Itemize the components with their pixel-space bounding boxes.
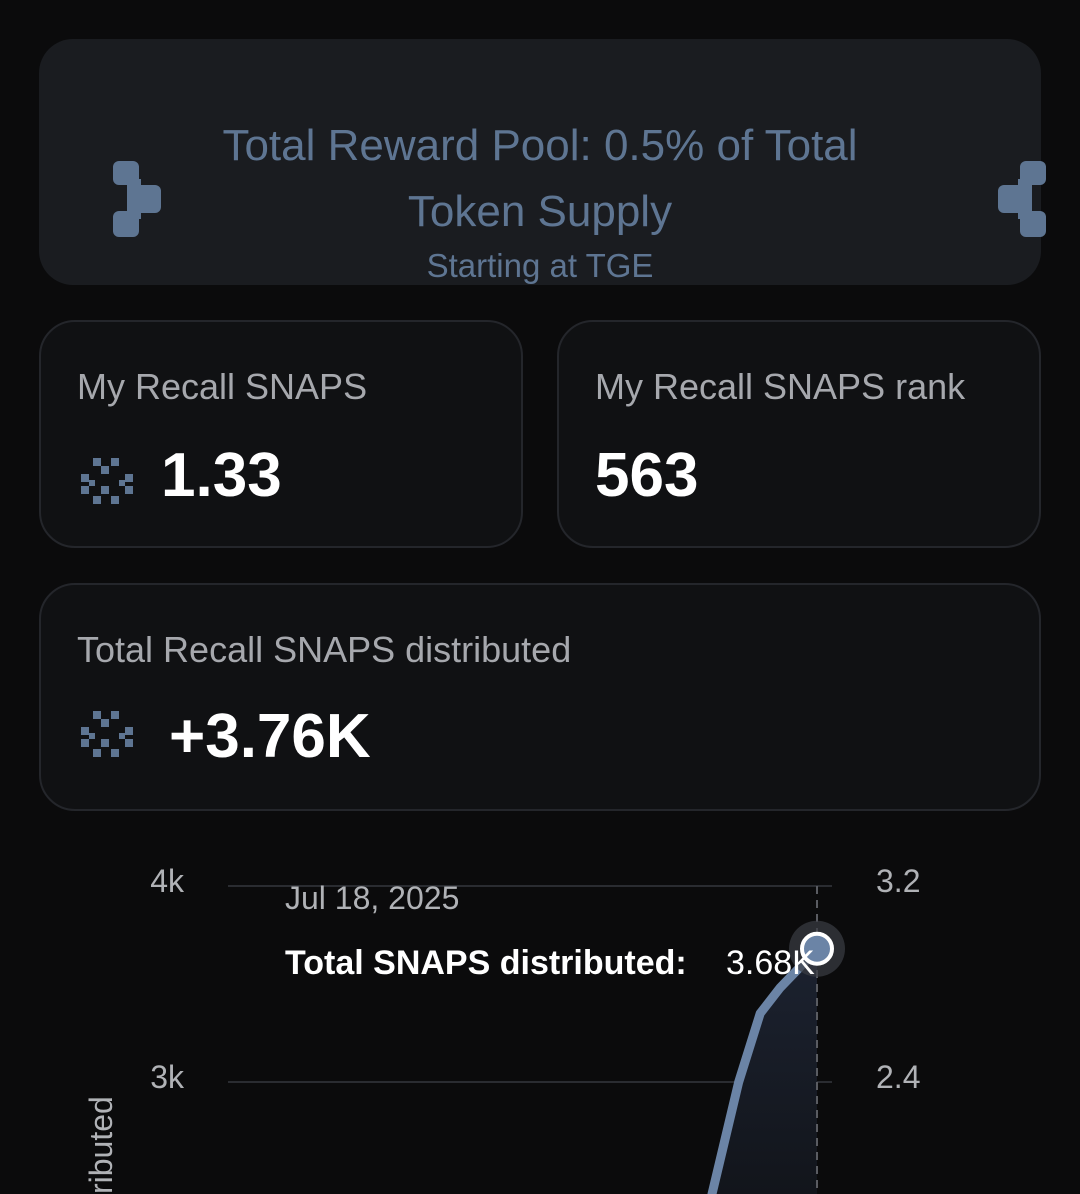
- chart-area-fill: [712, 948, 817, 1194]
- my-snaps-value: 1.33: [161, 441, 282, 510]
- my-rank-label: My Recall SNAPS rank: [595, 366, 966, 407]
- snaps-distribution-chart[interactable]: 4k 3k 3.2 2.4 ributed Jul 18, 2025 Total…: [0, 830, 1080, 1194]
- reward-pool-subtitle: Starting at TGE: [426, 247, 654, 284]
- reward-pool-title: Total Reward Pool: 0.5% of Total Token S…: [222, 121, 858, 236]
- tooltip-date: Jul 18, 2025: [285, 880, 459, 916]
- recall-logo-right-icon: [998, 161, 1046, 237]
- total-distributed-label: Total Recall SNAPS distributed: [77, 629, 572, 670]
- right-tick-label: 2.4: [876, 1059, 920, 1095]
- my-rank-value: 563: [595, 441, 699, 510]
- my-rank-card: My Recall SNAPS rank 563: [557, 320, 1041, 548]
- recall-logo-left-icon: [113, 161, 161, 237]
- total-distributed-card: Total Recall SNAPS distributed +3.76K: [39, 583, 1041, 811]
- right-tick-label: 3.2: [876, 863, 920, 899]
- left-tick-label: 4k: [150, 863, 185, 899]
- my-snaps-label: My Recall SNAPS: [77, 366, 368, 407]
- tooltip-value: 3.68K: [726, 944, 815, 982]
- my-snaps-card: My Recall SNAPS 1.33: [39, 320, 523, 548]
- tooltip-label: Total SNAPS distributed:: [285, 944, 687, 982]
- y-axis-label: ributed: [83, 1096, 119, 1194]
- left-tick-label: 3k: [150, 1059, 185, 1095]
- snaps-token-icon: [81, 711, 133, 757]
- snaps-token-icon: [81, 458, 133, 504]
- total-distributed-value: +3.76K: [169, 702, 371, 771]
- reward-pool-banner: Total Reward Pool: 0.5% of Total Token S…: [39, 39, 1046, 285]
